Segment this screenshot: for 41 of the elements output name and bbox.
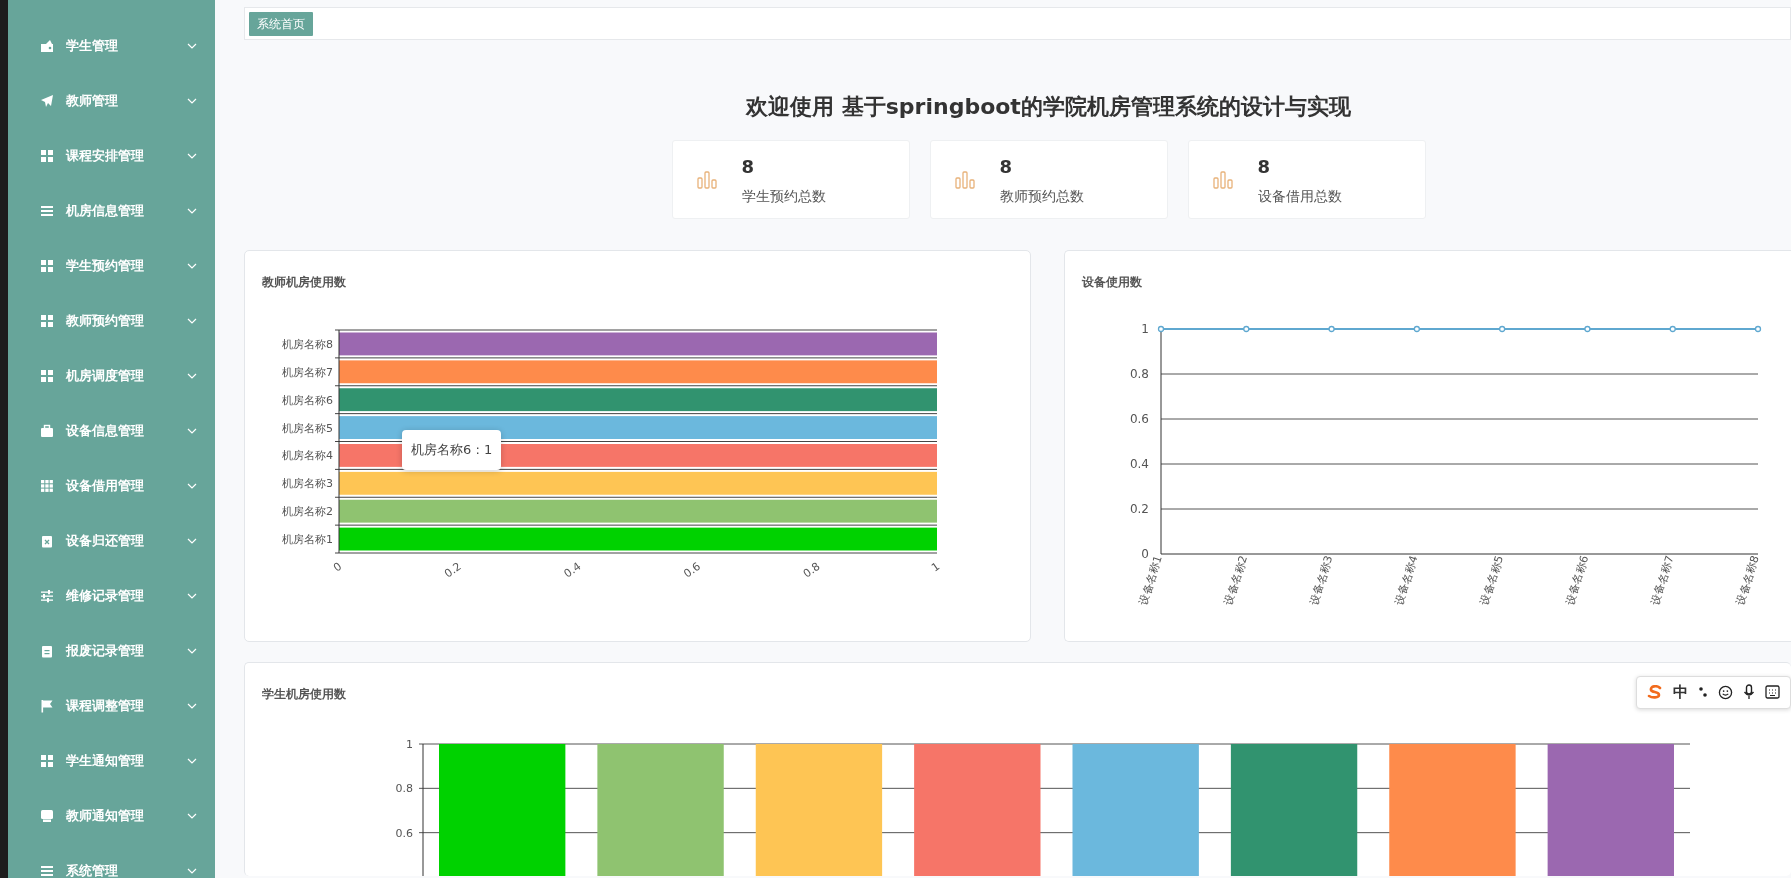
axis-label: 0.6: [1129, 412, 1149, 426]
axis-label: 1: [928, 559, 943, 575]
axis-label: 机房名称8: [282, 337, 333, 351]
axis-label: 0.8: [395, 782, 413, 796]
axis-label: 0: [1141, 547, 1149, 561]
axis-label: 0.4: [561, 559, 584, 581]
chart-tooltip: 机房名称6 : 1: [402, 430, 502, 470]
axis-label: 机房名称6: [282, 393, 333, 407]
axis-label: 0.4: [1129, 457, 1149, 471]
axis-label: 机房名称2: [282, 505, 333, 519]
stat-label: 学生预约总数: [741, 186, 826, 206]
chart-title: 设备使用数: [1082, 275, 1142, 289]
axis-label: 0.6: [681, 559, 703, 581]
axis-label: 设备名称8: [1733, 554, 1762, 607]
welcome-title: 欢迎使用 基于springboot的学院机房管理系统的设计与实现: [744, 93, 1352, 121]
axis-label: 0.8: [800, 559, 823, 581]
axis-label: 机房名称3: [282, 477, 333, 491]
axis-label: 机房名称4: [282, 449, 333, 463]
stat-value: 8: [999, 154, 1014, 179]
stat-value: 8: [741, 154, 756, 179]
axis-label: 0.6: [395, 826, 413, 840]
axis-label: 设备名称4: [1392, 554, 1421, 607]
axis-label: 设备名称3: [1307, 554, 1336, 607]
axis-label: 1: [1141, 322, 1149, 336]
axis-label: 设备名称5: [1477, 554, 1506, 607]
chart-title: 学生机房使用数: [262, 687, 346, 701]
axis-label: 1: [406, 738, 413, 751]
axis-label: 机房名称5: [282, 421, 333, 435]
axis-label: 设备名称7: [1648, 554, 1677, 607]
axis-label: 0.8: [1129, 367, 1149, 381]
stat-label: 设备借用总数: [1257, 186, 1342, 206]
axis-label: 机房名称1: [282, 533, 333, 547]
axis-label: 设备名称2: [1221, 554, 1251, 607]
axis-label: 机房名称7: [282, 365, 333, 379]
axis-label: 0: [330, 559, 345, 575]
axis-label: 0.2: [1129, 502, 1149, 516]
axis-label: 设备名称6: [1563, 554, 1592, 607]
stat-label: 教师预约总数: [999, 186, 1084, 206]
axis-label: 0.2: [441, 559, 464, 581]
stat-value: 8: [1257, 154, 1272, 179]
chart-title: 教师机房使用数: [262, 275, 346, 289]
